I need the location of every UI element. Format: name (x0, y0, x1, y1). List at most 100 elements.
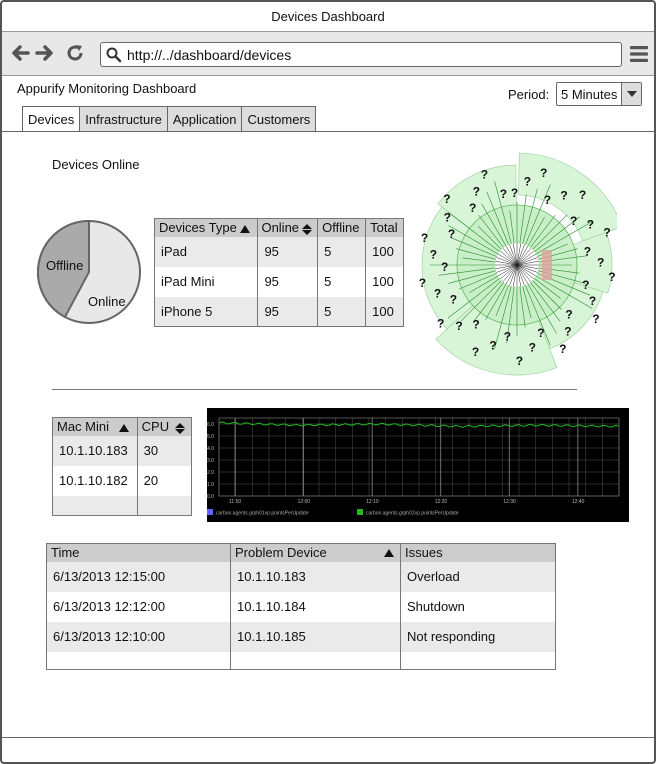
y-tick-label: 1.0 (207, 482, 214, 488)
table-row[interactable]: iPad 95 5 100 (154, 236, 404, 267)
unknown-node-icon: ? (443, 192, 450, 206)
table-header-row: Mac Mini CPU (52, 417, 193, 436)
x-tick-label: 12:20 (435, 499, 448, 505)
highlight-node (542, 250, 552, 280)
unknown-node-icon: ? (597, 256, 604, 270)
period-label: Period: (508, 87, 550, 102)
network-graph-image: ???????????????????????????????????????? (419, 152, 617, 376)
unknown-node-icon: ? (544, 193, 551, 207)
table-header-row: Time Problem Device Issues (46, 543, 556, 562)
col-problem-device[interactable]: Problem Device (230, 543, 401, 562)
cell-total: 100 (365, 236, 404, 267)
x-tick-label: 12:30 (503, 499, 516, 505)
unknown-node-icon: ? (559, 342, 566, 356)
period-select[interactable]: 5 Minutes (556, 82, 642, 106)
hamburger-menu-icon[interactable] (629, 44, 649, 64)
col-offline[interactable]: Offline (317, 218, 367, 237)
period-value: 5 Minutes (561, 86, 618, 102)
unknown-node-icon: ? (450, 293, 457, 307)
cell-ip: 10.1.10.183 (52, 435, 138, 466)
url-input[interactable]: http://../dashboard/devices (100, 42, 622, 67)
devices-table: Devices Type Online Offline Total iPad 9… (154, 218, 404, 327)
cell-issue: Overload (400, 561, 556, 592)
cell-issue: Shutdown (400, 591, 556, 622)
cell-cpu (137, 495, 193, 516)
cell-issue: Not responding (400, 621, 556, 652)
app-title: Appurify Monitoring Dashboard (17, 81, 197, 96)
table-row[interactable]: 6/13/2013 12:10:00 10.1.10.185 Not respo… (46, 621, 556, 652)
unknown-node-icon: ? (437, 317, 444, 331)
col-total[interactable]: Total (365, 218, 404, 237)
unknown-node-icon: ? (589, 294, 596, 308)
pie-label-online: Online (88, 294, 126, 309)
table-row[interactable]: iPhone 5 95 5 100 (154, 296, 404, 327)
unknown-node-icon: ? (603, 226, 610, 240)
sort-up-icon (384, 549, 394, 558)
table-row[interactable] (52, 495, 193, 516)
unknown-node-icon: ? (504, 329, 511, 343)
cell-online: 95 (257, 266, 319, 297)
unknown-node-icon: ? (472, 345, 479, 359)
table-row[interactable]: 6/13/2013 12:15:00 10.1.10.183 Overload (46, 561, 556, 592)
cell-total: 100 (365, 296, 404, 327)
x-tick-label: 12:10 (366, 499, 379, 505)
col-online[interactable]: Online (257, 218, 319, 237)
chevron-down-icon[interactable] (621, 83, 641, 105)
unknown-node-icon: ? (434, 286, 441, 300)
cell-device-type: iPad (154, 236, 259, 267)
window-title: Devices Dashboard (2, 2, 654, 32)
unknown-node-icon: ? (592, 312, 599, 326)
unknown-node-icon: ? (540, 166, 547, 180)
back-arrow-icon[interactable] (10, 43, 30, 63)
content-divider (2, 131, 654, 132)
table-row[interactable]: 10.1.10.183 30 (52, 435, 193, 466)
cell-online: 95 (257, 296, 319, 327)
table-row[interactable]: 6/13/2013 12:12:00 10.1.10.184 Shutdown (46, 591, 556, 622)
unknown-node-icon: ? (570, 214, 577, 228)
tab-application[interactable]: Application (167, 106, 243, 132)
col-mac-mini[interactable]: Mac Mini (52, 417, 138, 436)
col-issues[interactable]: Issues (400, 543, 556, 562)
refresh-icon[interactable] (65, 43, 85, 63)
cell-cpu: 20 (137, 465, 193, 496)
x-tick-label: 12:40 (572, 499, 585, 505)
forward-arrow-icon[interactable] (35, 43, 55, 63)
mac-mini-table: Mac Mini CPU 10.1.10.183 30 10.1.10.182 … (52, 417, 193, 516)
cell-time (46, 651, 231, 670)
unknown-node-icon: ? (419, 276, 426, 290)
unknown-node-icon: ? (529, 341, 536, 355)
table-row[interactable]: 10.1.10.182 20 (52, 465, 193, 496)
url-text: http://../dashboard/devices (127, 46, 292, 63)
cell-device (230, 651, 401, 670)
sort-both-icon (302, 223, 313, 236)
cell-offline: 5 (317, 296, 367, 327)
tab-customers[interactable]: Customers (242, 106, 317, 132)
table-row[interactable]: iPad Mini 95 5 100 (154, 266, 404, 297)
tab-infrastructure[interactable]: Infrastructure (80, 106, 168, 132)
col-devices-type[interactable]: Devices Type (154, 218, 259, 237)
unknown-node-icon: ? (448, 227, 455, 241)
tab-devices[interactable]: Devices (22, 106, 81, 132)
cell-online: 95 (257, 236, 319, 267)
unknown-node-icon: ? (481, 168, 488, 182)
cell-device: 10.1.10.183 (230, 561, 401, 592)
unknown-node-icon: ? (579, 188, 586, 202)
unknown-node-icon: ? (524, 175, 531, 189)
unknown-node-icon: ? (587, 218, 594, 232)
search-icon (106, 47, 122, 63)
pie-label-offline: Offline (46, 258, 83, 273)
sort-up-icon (119, 423, 130, 432)
cell-ip: 10.1.10.182 (52, 465, 138, 496)
unknown-node-icon: ? (455, 319, 462, 333)
unknown-node-icon: ? (421, 231, 428, 245)
legend-swatch (357, 509, 363, 515)
section-divider (52, 389, 577, 390)
col-cpu[interactable]: CPU (137, 417, 193, 436)
unknown-node-icon: ? (537, 326, 544, 340)
legend-label: carbon.agents.grph01vp.pointsPerUpdate (216, 511, 309, 517)
table-row[interactable] (46, 651, 556, 670)
unknown-node-icon: ? (489, 339, 496, 353)
y-tick-label: 3.0 (207, 458, 214, 464)
col-time[interactable]: Time (46, 543, 231, 562)
cell-time: 6/13/2013 12:15:00 (46, 561, 231, 592)
